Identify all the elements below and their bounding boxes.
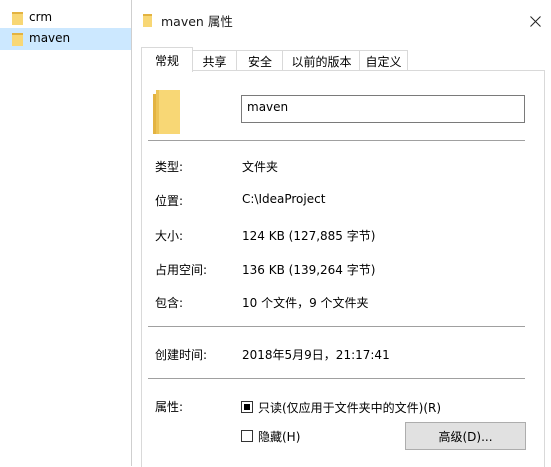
divider <box>148 378 525 379</box>
dialog-title: maven 属性 <box>161 14 233 29</box>
hidden-checkbox[interactable] <box>241 430 253 442</box>
folder-name-input[interactable]: maven <box>241 95 525 123</box>
type-label: 类型: <box>155 160 184 174</box>
tab-label: 以前的版本 <box>291 55 352 69</box>
created-label: 创建时间: <box>155 348 208 362</box>
close-button[interactable] <box>522 10 548 32</box>
tab-label: 安全 <box>247 55 272 69</box>
contains-label: 包含: <box>155 296 184 310</box>
close-icon <box>529 15 541 27</box>
divider <box>148 326 525 327</box>
large-folder-icon <box>153 90 180 134</box>
list-item-label: maven <box>29 31 71 45</box>
explorer-file-list: crm maven <box>0 0 132 466</box>
list-item-crm[interactable]: crm <box>0 7 132 29</box>
advanced-button[interactable]: 高级(D)... <box>405 422 526 450</box>
dialog-titlebar[interactable]: maven 属性 <box>132 0 551 40</box>
readonly-checkbox[interactable] <box>241 401 253 413</box>
readonly-checkbox-label[interactable]: 只读(仅应用于文件夹中的文件)(R) <box>258 399 441 416</box>
tab-label: 自定义 <box>365 55 402 69</box>
tab-customize[interactable]: 自定义 <box>359 50 408 72</box>
contains-value: 10 个文件，9 个文件夹 <box>242 296 369 310</box>
list-item-label: crm <box>29 10 53 24</box>
advanced-button-label: 高级(D)... <box>438 429 493 444</box>
tab-label: 常规 <box>154 53 179 68</box>
hidden-checkbox-label[interactable]: 隐藏(H) <box>258 428 300 445</box>
type-value: 文件夹 <box>242 160 279 174</box>
tab-previous-versions[interactable]: 以前的版本 <box>282 50 361 72</box>
tab-sharing[interactable]: 共享 <box>191 50 238 72</box>
size-value: 124 KB (127,885 字节) <box>242 229 376 243</box>
folder-icon <box>12 12 23 25</box>
size-label: 大小: <box>155 229 184 243</box>
folder-icon <box>12 33 23 46</box>
size-on-disk-label: 占用空间: <box>155 263 208 277</box>
created-value: 2018年5月9日，21:17:41 <box>242 348 390 362</box>
location-label: 位置: <box>155 194 184 208</box>
size-on-disk-value: 136 KB (139,264 字节) <box>242 263 376 277</box>
folder-icon <box>143 14 152 27</box>
tab-security[interactable]: 安全 <box>236 50 284 72</box>
attributes-label: 属性: <box>155 400 184 414</box>
location-value: C:\IdeaProject <box>242 192 326 206</box>
divider <box>148 140 525 141</box>
list-item-maven[interactable]: maven <box>0 28 132 50</box>
tab-general[interactable]: 常规 <box>141 47 193 72</box>
tab-label: 共享 <box>202 55 227 69</box>
